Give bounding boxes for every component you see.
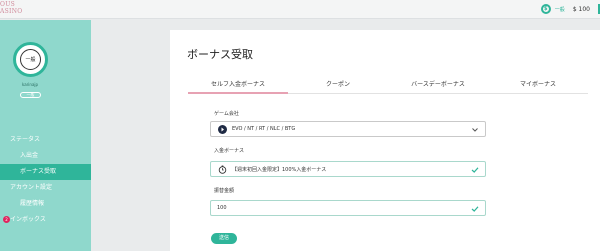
check-icon	[471, 206, 479, 212]
sidebar-item-label: アカウント設定	[10, 184, 53, 191]
sidebar-menu: ステータス 入出金 ボーナス受取 アカウント設定 履歴情報 2 インボックス	[0, 132, 91, 228]
sidebar-item-label: インボックス	[10, 216, 46, 223]
tab-birthday-bonus[interactable]: バースデーボーナス	[388, 78, 488, 93]
sidebar-item-bonus[interactable]: ボーナス受取	[0, 164, 91, 180]
sidebar-item-label: 履歴情報	[20, 200, 45, 207]
deposit-bonus-label: 入金ボーナス	[214, 148, 245, 154]
deposit-amount-value: 100	[217, 205, 227, 211]
top-bar: OUS ASINO $ 一般 $ 100	[0, 0, 600, 19]
balance: $ 100	[572, 5, 590, 13]
username: karinajp	[21, 82, 39, 87]
rank-coin-icon: $	[540, 4, 551, 14]
tab-coupon[interactable]: クーポン	[288, 78, 388, 93]
inbox-count-badge: 2	[3, 216, 10, 223]
deposit-amount-label: 振替金額	[214, 188, 235, 194]
chevron-down-icon	[472, 128, 478, 132]
submit-button[interactable]: 送信	[211, 233, 237, 244]
avatar-rank-text: 一般	[20, 49, 41, 70]
rank-badge: 一般	[20, 92, 41, 98]
account-summary: $ 一般 $ 100	[540, 3, 600, 15]
rank-label: 一般	[554, 6, 565, 13]
deposit-bonus-value: 【週末初回入金限定】100%入金ボーナス	[232, 166, 327, 173]
sidebar-item-deposit-withdraw[interactable]: 入出金	[0, 148, 91, 164]
avatar: 一般	[13, 42, 48, 77]
sidebar-item-status[interactable]: ステータス	[0, 132, 91, 148]
game-company-select[interactable]: EVO / NT / RT / NLC / BTG	[210, 121, 486, 137]
tab-self-deposit-bonus[interactable]: セルフ入金ボーナス	[188, 78, 288, 94]
sidebar-item-label: ステータス	[10, 136, 41, 143]
deposit-amount-input[interactable]: 100	[210, 200, 486, 216]
logo-line-1: OUS	[0, 1, 15, 8]
sidebar-item-account-settings[interactable]: アカウント設定	[0, 180, 91, 196]
tab-my-bonus[interactable]: マイボーナス	[488, 78, 588, 93]
sidebar-item-inbox[interactable]: 2 インボックス	[0, 212, 91, 228]
bonus-tabs: セルフ入金ボーナス クーポン バースデーボーナス マイボーナス	[188, 78, 588, 94]
logo-line-2: ASINO	[0, 8, 23, 15]
game-company-value: EVO / NT / RT / NLC / BTG	[232, 126, 296, 132]
sidebar-item-label: 入出金	[20, 152, 39, 159]
stopwatch-icon	[218, 165, 227, 174]
casino-logo[interactable]: OUS ASINO	[0, 1, 22, 15]
page-title: ボーナス受取	[187, 48, 253, 61]
deposit-bonus-select[interactable]: 【週末初回入金限定】100%入金ボーナス	[210, 161, 486, 177]
sidebar: 一般 karinajp 一般 ステータス 入出金 ボーナス受取 アカウント設定 …	[0, 20, 91, 251]
check-icon	[471, 167, 479, 173]
main-panel: ボーナス受取 セルフ入金ボーナス クーポン バースデーボーナス マイボーナス ゲ…	[170, 30, 600, 251]
provider-logo-icon	[218, 124, 227, 134]
sidebar-item-label: ボーナス受取	[20, 168, 57, 175]
game-company-label: ゲーム会社	[214, 111, 239, 117]
sidebar-item-history[interactable]: 履歴情報	[0, 196, 91, 212]
